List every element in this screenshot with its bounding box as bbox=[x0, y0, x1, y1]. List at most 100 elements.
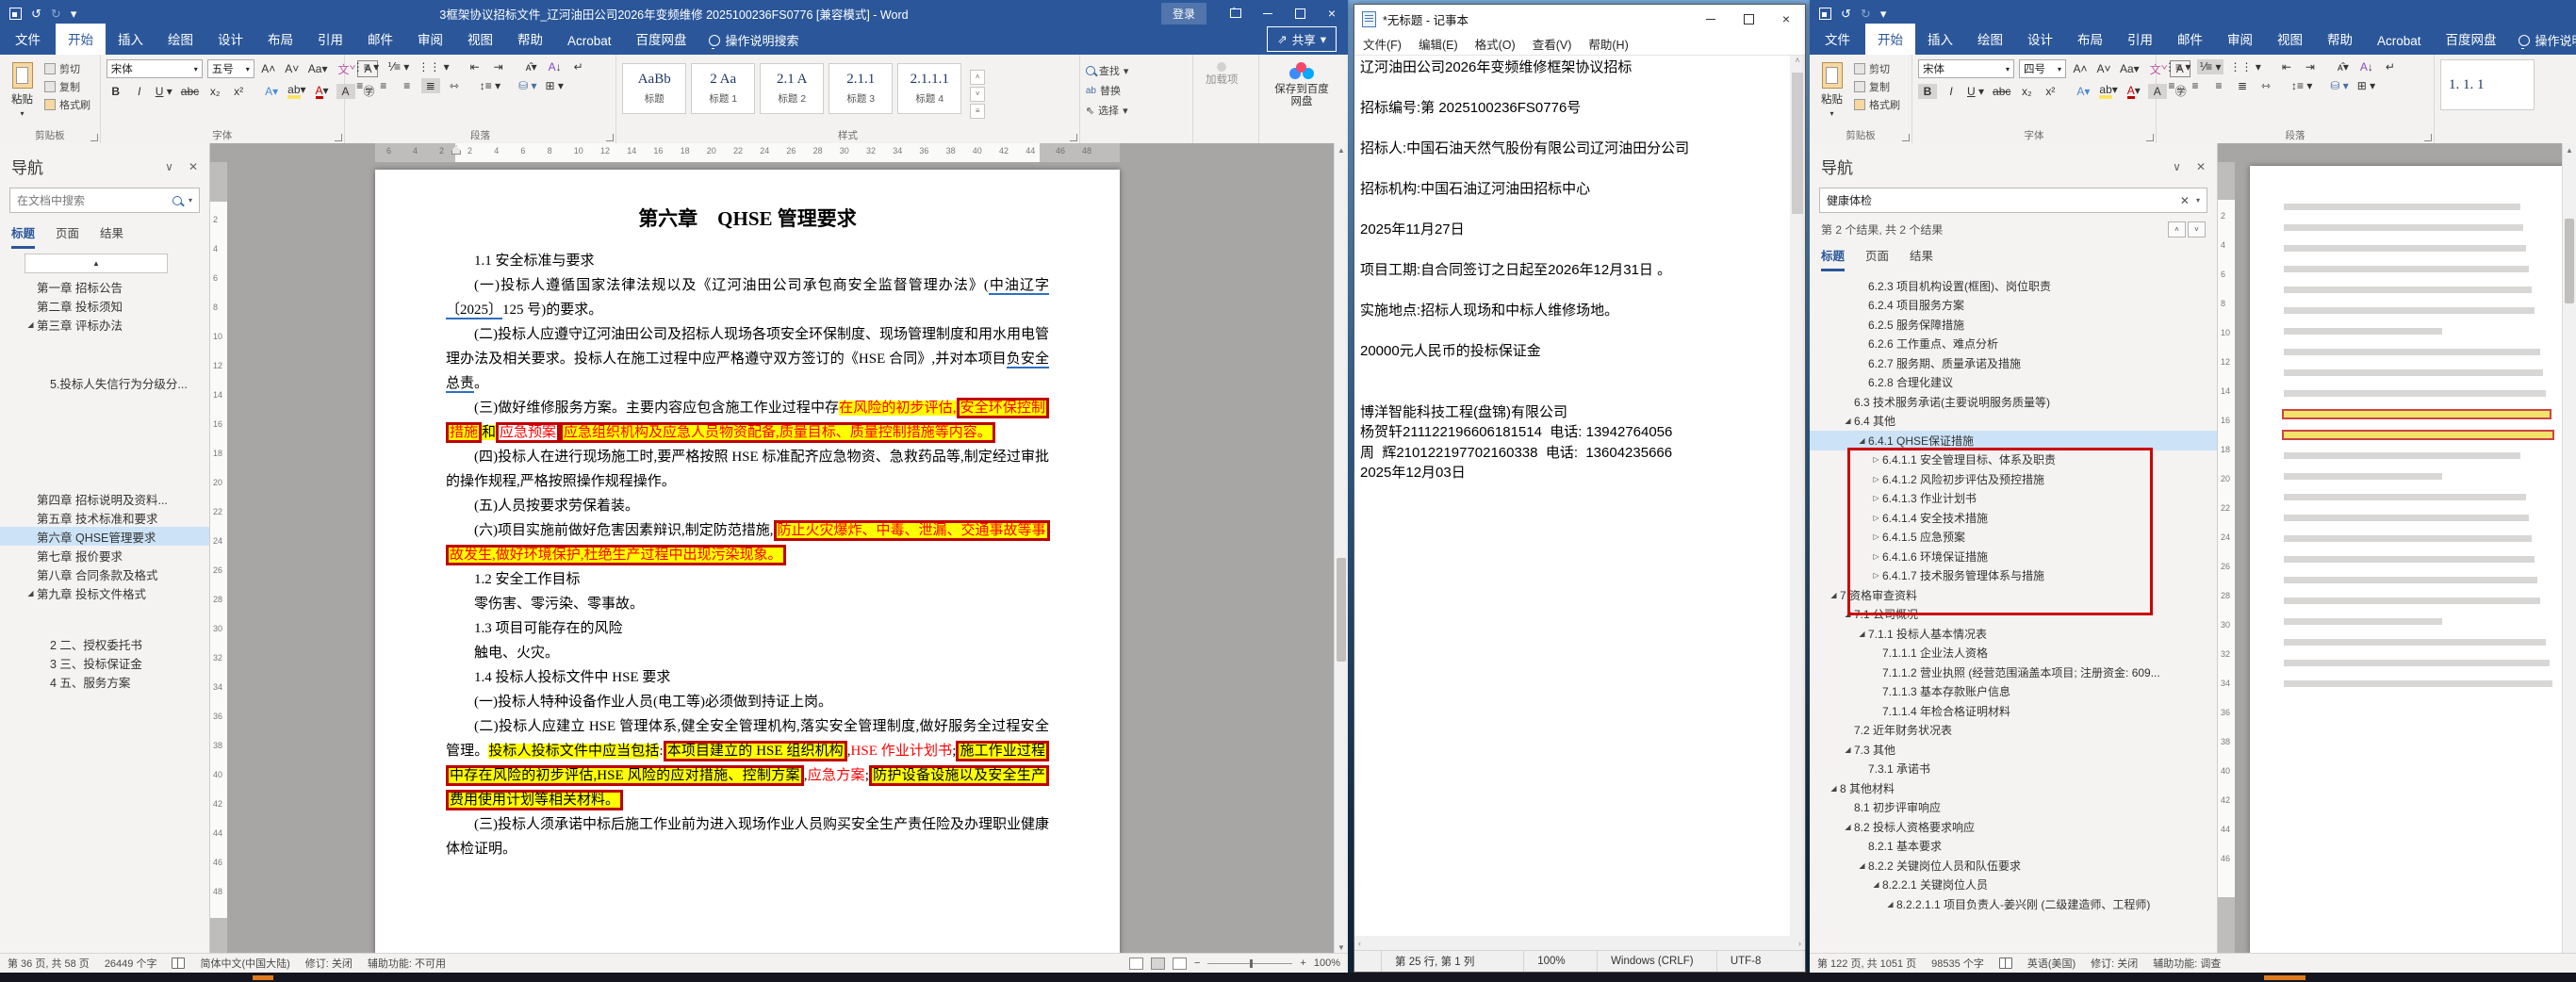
print-layout-icon[interactable] bbox=[1150, 957, 1165, 970]
nav-item[interactable]: ◢ 第九章 投标文件格式 bbox=[0, 583, 209, 602]
proofing-icon[interactable] bbox=[1998, 957, 2012, 969]
styles-up-button[interactable]: ˄ bbox=[970, 69, 986, 85]
nav-tab-2[interactable]: 结果 bbox=[1910, 246, 1933, 271]
shrink-font-button[interactable]: A˅ bbox=[2094, 61, 2113, 76]
menu-item-3[interactable]: 查看(V) bbox=[1524, 35, 1581, 53]
proofing-icon[interactable] bbox=[172, 957, 186, 969]
save-icon[interactable] bbox=[9, 7, 22, 20]
nav-item[interactable]: ▷ 6.4.1.6 环境保证措施 bbox=[1810, 547, 2217, 566]
nav-item[interactable]: 2 二、授权委托书 bbox=[0, 634, 209, 653]
tab-9[interactable]: 视图 bbox=[455, 24, 505, 55]
show-marks-button[interactable]: ↵ bbox=[2381, 59, 2400, 74]
vertical-scrollbar[interactable]: ▲ bbox=[2562, 143, 2576, 954]
menu-item-2[interactable]: 格式(O) bbox=[1467, 35, 1524, 53]
collapse-icon[interactable]: ◢ bbox=[1842, 610, 1854, 618]
borders-button[interactable]: ⊞ ▾ bbox=[2355, 78, 2377, 93]
nav-pane-close-icon[interactable]: ✕ bbox=[189, 160, 198, 173]
style-card[interactable]: 2 Aa 标题 1 bbox=[691, 63, 756, 114]
cut-button[interactable]: 剪切 bbox=[1854, 61, 1900, 76]
nav-item[interactable]: ▷ 6.4.1.4 安全技术措施 bbox=[1810, 508, 2217, 528]
nav-tab-0[interactable]: 标题 bbox=[11, 223, 36, 249]
bullets-button[interactable]: ⋮≡ ▾ bbox=[351, 59, 381, 74]
track-changes-indicator[interactable]: 修订: 关闭 bbox=[305, 956, 353, 971]
nav-item[interactable]: ▷ 6.4.1.5 应急预案 bbox=[1810, 528, 2217, 548]
clear-search-icon[interactable]: ✕ bbox=[2180, 194, 2190, 207]
multilevel-list-button[interactable]: ⋮⋮ ▾ bbox=[416, 59, 451, 74]
nav-item[interactable]: 第七章 报价要求 bbox=[0, 546, 209, 565]
nav-item[interactable]: 6.2.3 项目机构设置(框图)、岗位职责 bbox=[1810, 276, 2217, 296]
zoom-out-button[interactable]: − bbox=[1194, 957, 1200, 969]
font-name-combo[interactable]: 宋体 ▾ bbox=[106, 59, 203, 78]
undo-icon[interactable]: ↺ bbox=[1841, 8, 1851, 20]
nav-item[interactable]: ◢ 7.1 公司概况 bbox=[1810, 605, 2217, 625]
font-size-combo[interactable]: 四号 ▾ bbox=[2019, 59, 2066, 78]
find-button[interactable]: 查找 ▾ bbox=[1085, 63, 1128, 78]
tab-2[interactable]: 插入 bbox=[1915, 24, 1965, 55]
nav-item[interactable]: ◢ 8.2.2.1.1 项目负责人-姜兴刚 (二级建造师、工程师) bbox=[1810, 894, 2217, 914]
nav-item[interactable]: ◢ 8.2.2.1 关键岗位人员 bbox=[1810, 876, 2217, 895]
addins-button[interactable]: 加载项 bbox=[1199, 59, 1244, 128]
align-center-button[interactable]: ≡ bbox=[2186, 78, 2205, 93]
previous-result-button[interactable]: ˄ bbox=[2168, 221, 2186, 237]
grow-font-button[interactable]: A˄ bbox=[259, 61, 278, 76]
tab-3[interactable]: 绘图 bbox=[1965, 24, 2015, 55]
word-count[interactable]: 26449 个字 bbox=[105, 956, 157, 971]
collapse-icon[interactable]: ◢ bbox=[25, 589, 37, 597]
replace-button[interactable]: ab 替换 bbox=[1086, 83, 1129, 98]
change-case-button[interactable]: Aa▾ bbox=[2118, 61, 2141, 76]
notepad-text-area[interactable]: 辽河油田公司2026年变频维修框架协议招标 招标编号:第 2025100236F… bbox=[1354, 56, 1790, 936]
vertical-scrollbar[interactable]: ▲ ▼ bbox=[1334, 143, 1348, 954]
clipboard-dialog-launcher[interactable] bbox=[90, 134, 98, 141]
tab-6[interactable]: 引用 bbox=[305, 24, 355, 55]
subscript-button[interactable]: x₂ bbox=[205, 84, 224, 99]
maximize-button[interactable] bbox=[1284, 0, 1316, 26]
nav-tab-1[interactable]: 页面 bbox=[1865, 246, 1889, 271]
strikethrough-button[interactable]: abc bbox=[1991, 84, 2012, 99]
strikethrough-button[interactable]: abc bbox=[179, 84, 201, 99]
text-effects-button[interactable]: A▾ bbox=[262, 84, 281, 99]
align-right-button[interactable]: ≡ bbox=[2209, 78, 2228, 93]
next-result-button[interactable]: ˅ bbox=[2188, 221, 2206, 237]
font-size-combo[interactable]: 五号 ▾ bbox=[206, 59, 254, 78]
nav-item[interactable]: ◢ 7.3 其他 bbox=[1810, 740, 2217, 760]
tab-7[interactable]: 邮件 bbox=[2165, 24, 2215, 55]
styles-down-button[interactable]: ˅ bbox=[970, 86, 986, 102]
collapse-icon[interactable]: ◢ bbox=[1842, 823, 1854, 831]
font-dialog-launcher[interactable] bbox=[2146, 134, 2154, 141]
taskbar[interactable] bbox=[0, 973, 2576, 982]
nav-item[interactable]: 第八章 合同条款及格式 bbox=[0, 565, 209, 583]
tab-5[interactable]: 布局 bbox=[255, 24, 305, 55]
copy-button[interactable]: 复制 bbox=[1854, 79, 1900, 94]
tab-10[interactable]: 帮助 bbox=[2315, 24, 2365, 55]
nav-item[interactable]: ◢ 8.2 投标人资格要求响应 bbox=[1810, 817, 2217, 837]
font-color-button[interactable]: A▾ bbox=[313, 83, 332, 100]
ribbon-display-options-button[interactable] bbox=[1220, 0, 1252, 26]
tab-12[interactable]: 百度网盘 bbox=[2434, 24, 2509, 55]
language-indicator[interactable]: 简体中文(中国大陆) bbox=[200, 956, 289, 971]
menu-item-1[interactable]: 编辑(E) bbox=[1410, 35, 1467, 53]
minimize-button[interactable] bbox=[1692, 5, 1730, 33]
read-mode-icon[interactable] bbox=[1128, 957, 1143, 970]
redo-icon[interactable]: ↻ bbox=[1861, 8, 1871, 20]
multilevel-list-button[interactable]: ⋮⋮ ▾ bbox=[2228, 59, 2263, 74]
sort-button[interactable]: A↓ bbox=[546, 59, 565, 74]
superscript-button[interactable]: x² bbox=[229, 84, 248, 99]
collapse-icon[interactable]: ◢ bbox=[1828, 784, 1840, 793]
sign-in-button[interactable]: 登录 bbox=[1160, 2, 1206, 25]
menu-item-0[interactable]: 文件(F) bbox=[1354, 35, 1410, 53]
accessibility-indicator[interactable]: 辅助功能: 不可用 bbox=[368, 956, 446, 971]
collapse-icon[interactable]: ◢ bbox=[1884, 900, 1896, 908]
minimize-button[interactable] bbox=[1252, 0, 1284, 26]
tab-11[interactable]: Acrobat bbox=[555, 28, 624, 55]
increase-indent-button[interactable]: ⇥ bbox=[2301, 59, 2320, 74]
style-card[interactable]: 2.1.1 标题 3 bbox=[829, 63, 894, 114]
word-count[interactable]: 98535 个字 bbox=[1931, 956, 1984, 971]
collapse-icon[interactable]: ◢ bbox=[1842, 417, 1854, 425]
nav-tab-1[interactable]: 页面 bbox=[56, 223, 79, 249]
nav-item[interactable]: 6.2.6 工作重点、难点分析 bbox=[1810, 335, 2217, 354]
highlight-color-button[interactable]: ab▾ bbox=[286, 82, 307, 100]
tab-file[interactable]: 文件 bbox=[1810, 24, 1865, 55]
collapse-icon[interactable]: ◢ bbox=[1856, 861, 1868, 870]
nav-item[interactable]: 5.投标人失信行为分级分... bbox=[0, 373, 209, 392]
nav-item[interactable]: ▷ 6.4.1.3 作业计划书 bbox=[1810, 489, 2217, 509]
